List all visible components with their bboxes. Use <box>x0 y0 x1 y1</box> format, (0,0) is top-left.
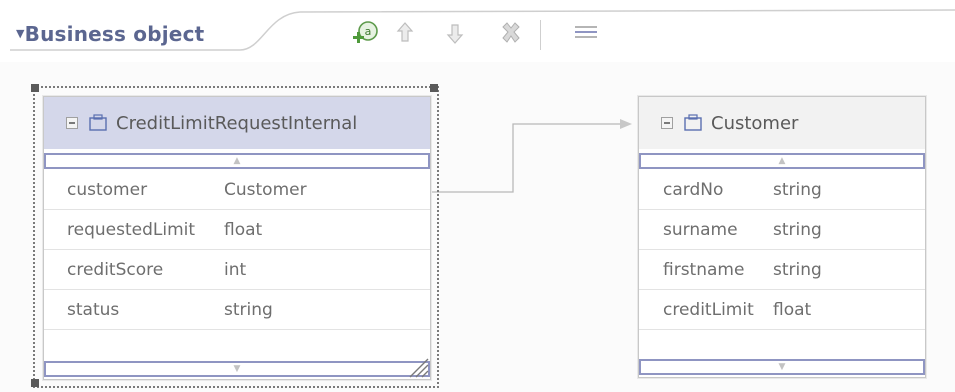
business-object-right[interactable]: Customer ▲ cardNo string surname string … <box>638 96 926 378</box>
arrow-down-icon <box>446 24 464 44</box>
section-title[interactable]: ▼Business object <box>16 22 204 46</box>
scroll-down-bar[interactable]: ▼ <box>44 361 430 377</box>
business-object-title: CreditLimitRequestInternal <box>116 112 358 134</box>
editor-header: ▼Business object a <box>0 0 955 62</box>
business-object-icon <box>684 114 702 131</box>
delete-x-icon <box>502 22 520 43</box>
attribute-type: string <box>773 260 822 280</box>
attribute-type: string <box>773 180 822 200</box>
attribute-type: int <box>224 260 247 280</box>
attribute-type: Customer <box>224 180 307 200</box>
delete-button[interactable] <box>496 18 526 48</box>
scroll-up-bar[interactable]: ▲ <box>639 153 925 169</box>
section-title-label: Business object <box>24 22 205 46</box>
attribute-row[interactable]: creditScore int <box>44 251 430 290</box>
resize-grip-icon[interactable] <box>406 355 430 379</box>
attribute-row[interactable]: cardNo string <box>639 171 925 210</box>
attribute-name: creditLimit <box>663 300 754 320</box>
attribute-name: customer <box>67 180 148 200</box>
attribute-row[interactable]: status string <box>44 291 430 330</box>
scroll-up-icon: ▲ <box>778 156 786 166</box>
list-lines-icon <box>575 26 597 38</box>
attribute-name: creditScore <box>67 260 164 280</box>
selection-handle[interactable] <box>31 84 39 92</box>
attribute-row[interactable]: firstname string <box>639 251 925 290</box>
business-object-header[interactable]: CreditLimitRequestInternal <box>44 97 430 149</box>
add-attribute-icon: a <box>353 21 378 43</box>
collapse-minus-icon[interactable] <box>66 117 78 129</box>
move-down-button[interactable] <box>442 18 468 48</box>
diagram-canvas[interactable]: CreditLimitRequestInternal ▲ customer Cu… <box>0 62 955 392</box>
attribute-type: string <box>224 300 273 320</box>
toolbar-separator <box>540 20 541 50</box>
collapse-minus-icon[interactable] <box>661 117 673 129</box>
business-object-header[interactable]: Customer <box>639 97 925 149</box>
add-attribute-button[interactable]: a <box>348 18 382 48</box>
business-object-title: Customer <box>711 112 799 134</box>
scroll-up-bar[interactable]: ▲ <box>44 153 430 169</box>
scroll-up-icon: ▲ <box>233 156 241 166</box>
arrow-up-icon <box>396 22 414 42</box>
attribute-row[interactable]: requestedLimit float <box>44 211 430 250</box>
attribute-row[interactable]: creditLimit float <box>639 291 925 330</box>
attribute-row[interactable]: surname string <box>639 211 925 250</box>
attribute-name: status <box>67 300 120 320</box>
attribute-name: firstname <box>663 260 745 280</box>
attribute-name: requestedLimit <box>67 220 196 240</box>
move-up-button[interactable] <box>392 18 418 48</box>
collapse-triangle-icon[interactable]: ▼ <box>16 27 25 40</box>
business-object-icon <box>89 114 107 131</box>
business-object-left[interactable]: CreditLimitRequestInternal ▲ customer Cu… <box>43 96 431 380</box>
attribute-name: surname <box>663 220 738 240</box>
scroll-down-icon: ▼ <box>233 364 241 374</box>
attribute-name: cardNo <box>663 180 724 200</box>
svg-text:a: a <box>365 25 372 38</box>
scroll-down-bar[interactable]: ▼ <box>639 359 925 375</box>
selection-handle[interactable] <box>31 379 39 387</box>
attribute-type: float <box>224 220 263 240</box>
attribute-row[interactable]: customer Customer <box>44 171 430 210</box>
attribute-type: string <box>773 220 822 240</box>
scroll-down-icon: ▼ <box>778 362 786 372</box>
attribute-type: float <box>773 300 812 320</box>
show-properties-button[interactable] <box>570 18 602 48</box>
selection-handle[interactable] <box>430 84 438 92</box>
